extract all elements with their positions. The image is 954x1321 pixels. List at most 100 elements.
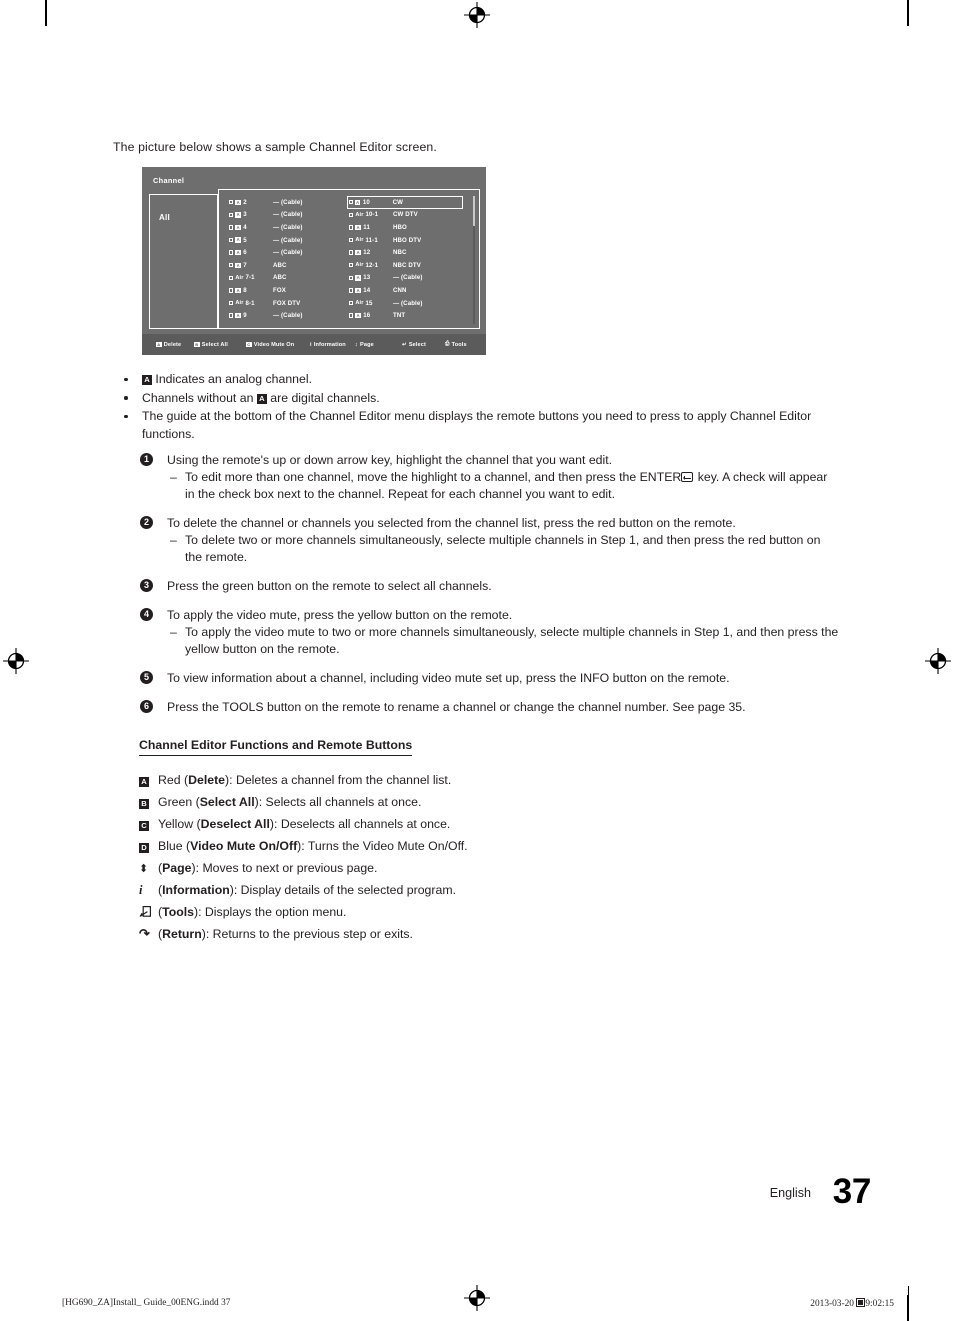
tv-channel-row[interactable]: A 14 CNN (347, 284, 463, 297)
tv-channel-row[interactable]: A 2 — (Cable) (227, 196, 343, 209)
step-text: Press the TOOLS button on the remote to … (167, 700, 746, 714)
channel-checkbox[interactable] (349, 250, 354, 255)
print-timestamp-time: 9:02:15 (865, 1299, 894, 1309)
tv-channel-row[interactable]: Air 10-1 CW DTV (347, 209, 463, 222)
channel-checkbox[interactable] (229, 275, 234, 281)
analog-a-icon: A (235, 312, 241, 319)
function-color-name: Red (158, 773, 184, 787)
channel-number: 8 (243, 286, 247, 294)
step-text: Press the green button on the remote to … (167, 579, 492, 593)
crop-mark-top-left (45, 0, 47, 26)
tv-scrollbar-thumb[interactable] (472, 196, 475, 226)
channel-number: 7 (243, 261, 247, 269)
numbered-step: 5 To view information about a channel, in… (140, 670, 840, 687)
channel-name: HBO DTV (393, 236, 422, 244)
crop-mark-footer-divider (907, 1286, 909, 1320)
channel-checkbox[interactable] (229, 237, 234, 243)
channel-checkbox[interactable] (349, 263, 354, 268)
channel-name: ABC (273, 261, 287, 269)
channel-checkbox[interactable] (229, 288, 234, 293)
tv-channel-row[interactable]: A 13 — (Cable) (347, 272, 463, 285)
tv-guide-button[interactable]: ↕ Page (355, 342, 374, 348)
channel-checkbox[interactable] (229, 263, 234, 268)
channel-number: 10 (362, 198, 370, 206)
channel-checkbox[interactable] (349, 225, 354, 230)
channel-checkbox[interactable] (229, 250, 234, 255)
channel-name: — (Cable) (273, 198, 303, 206)
tv-channel-row[interactable]: A 5 — (Cable) (227, 234, 343, 247)
tv-channel-list-panel[interactable]: A 2— (Cable) A 3— (Cable) A 4— (Cable) A 5— (Ca… (218, 189, 480, 329)
tv-channel-row[interactable]: Air 12-1 NBC DTV (347, 259, 463, 272)
step-sub-text-part: To edit more than one channel, move the … (185, 470, 682, 484)
tv-channel-row[interactable]: A 8 FOX (227, 284, 343, 297)
function-description: ): Displays the option menu. (194, 905, 347, 919)
tv-guide-button[interactable]: ↵ Select (402, 342, 426, 348)
tv-guide-button[interactable]: B Select All (194, 342, 228, 348)
step-number-badge: 2 (140, 516, 153, 529)
step-number-badge: 1 (140, 453, 153, 466)
registration-mark-top (464, 2, 490, 28)
tv-guide-button[interactable]: C Video Mute On (246, 342, 294, 348)
tv-channel-row[interactable]: A 4 — (Cable) (227, 221, 343, 234)
analog-a-icon: A (235, 262, 241, 268)
channel-checkbox[interactable] (348, 200, 353, 205)
channel-checkbox[interactable] (229, 212, 234, 218)
color-button-a-icon: A (139, 769, 149, 791)
step-text: To delete the channel or channels you se… (167, 516, 736, 530)
dash-bullet-icon: – (170, 470, 177, 484)
note-bullet: The guide at the bottom of the Channel E… (113, 408, 823, 443)
function-name: Select All (199, 795, 255, 809)
analog-a-icon: A (235, 237, 241, 243)
function-color-name: Green (158, 795, 196, 809)
channel-checkbox[interactable] (349, 288, 354, 293)
channel-name: CW (392, 198, 403, 206)
bullet-dot-icon (124, 414, 128, 419)
channel-checkbox[interactable] (349, 313, 354, 318)
tv-guide-bar: A Delete B Select All C Video Mute On i Informa… (142, 334, 486, 355)
tv-guide-button[interactable]: i Information (310, 342, 346, 348)
step-number-badge: 4 (140, 608, 153, 621)
tv-channel-row[interactable]: A 9 — (Cable) (227, 309, 343, 322)
tv-channel-row[interactable]: Air 7-1 ABC (227, 272, 343, 285)
letter-badge-icon: D (139, 843, 149, 853)
tv-channel-row[interactable]: A 6 — (Cable) (227, 246, 343, 259)
tv-channel-row[interactable]: A 16 TNT (347, 309, 463, 322)
tv-guide-button-label: Select All (201, 341, 228, 348)
note-bullet: Channels without an A are digital channe… (113, 390, 823, 408)
numbered-step: 2 To delete the channel or channels you s… (140, 515, 840, 566)
tv-guide-button-label: Video Mute On (253, 341, 295, 348)
function-row: C Yellow (Deselect All): Deselects all ch… (139, 813, 779, 835)
tv-channel-row[interactable]: A 11 HBO (347, 221, 463, 234)
tv-sidebar[interactable]: All (149, 194, 218, 329)
channel-number: 16 (363, 312, 371, 320)
channel-checkbox[interactable] (229, 313, 234, 318)
step-sub-text-part: To delete two or more channels simultane… (185, 533, 821, 564)
channel-checkbox[interactable] (229, 300, 234, 306)
channel-checkbox[interactable] (349, 300, 354, 306)
function-description: ): Deletes a channel from the channel li… (225, 773, 452, 787)
channel-checkbox[interactable] (229, 200, 234, 205)
tv-channel-row[interactable]: A 10 CW (347, 196, 463, 209)
tv-channel-row[interactable]: Air 8-1 FOX DTV (227, 297, 343, 310)
tv-channel-row[interactable]: Air 11-1 HBO DTV (347, 234, 463, 247)
channel-checkbox[interactable] (349, 237, 354, 243)
tv-scrollbar-track[interactable] (472, 196, 475, 324)
tv-channel-row[interactable]: A 3 — (Cable) (227, 209, 343, 222)
channel-number: 12 (363, 249, 371, 257)
channel-number: 12-1 (365, 261, 379, 269)
tv-sidebar-item-all[interactable]: All (159, 213, 170, 222)
tv-channel-row[interactable]: A 7 ABC (227, 259, 343, 272)
tv-channel-row[interactable]: Air 15 — (Cable) (347, 297, 463, 310)
channel-checkbox[interactable] (229, 225, 234, 230)
numbered-step: 3 Press the green button on the remote to… (140, 578, 840, 595)
tv-screen-title: Channel (153, 176, 185, 185)
step-sub-text: – To apply the video mute to two or more … (167, 624, 840, 658)
tv-guide-button[interactable]: A Delete (156, 342, 181, 348)
analog-a-icon: A (235, 287, 241, 294)
tv-guide-button[interactable]: ⎙ Tools (445, 341, 467, 348)
analog-a-icon: A (355, 224, 361, 231)
channel-number: 14 (363, 286, 371, 294)
channel-checkbox[interactable] (349, 275, 354, 281)
channel-checkbox[interactable] (349, 212, 354, 218)
tv-channel-row[interactable]: A 12 NBC (347, 246, 463, 259)
